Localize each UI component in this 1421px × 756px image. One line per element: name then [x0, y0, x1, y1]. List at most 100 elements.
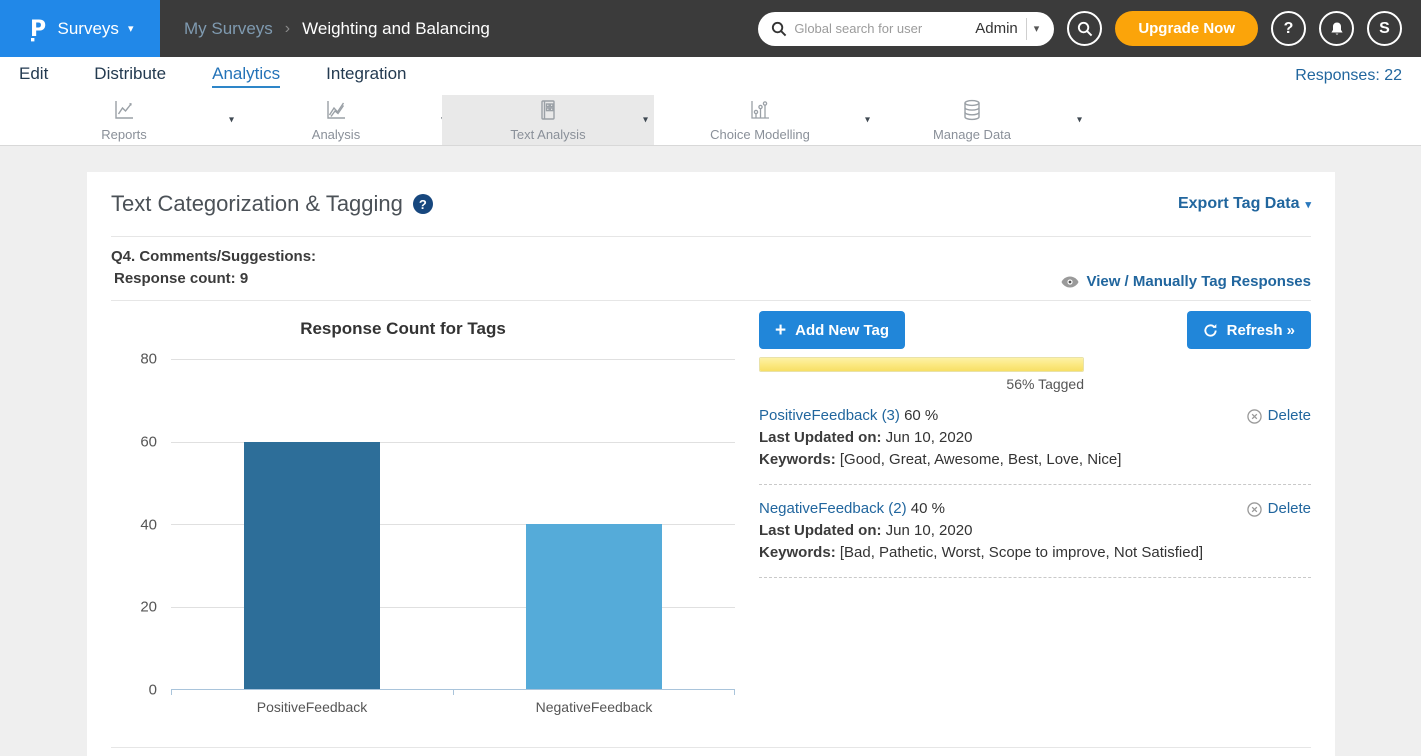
page-title-text: Text Categorization & Tagging — [111, 191, 403, 217]
bar-positivefeedback[interactable] — [244, 442, 380, 690]
tab-distribute[interactable]: Distribute — [94, 64, 166, 88]
notifications-button[interactable] — [1319, 11, 1354, 46]
x-category-label: NegativeFeedback — [453, 699, 735, 715]
refresh-label: Refresh » — [1227, 322, 1295, 339]
x-axis-tick — [734, 689, 735, 695]
tab-edit[interactable]: Edit — [19, 64, 48, 88]
y-tick-label: 60 — [140, 433, 157, 450]
module-analysis[interactable]: Analysis ▾ — [230, 95, 442, 145]
tag-percent: 40 % — [911, 500, 945, 517]
card-content: Response Count for Tags 80 60 40 20 0 — [87, 301, 1335, 715]
chevron-down-icon: ▾ — [1305, 198, 1311, 211]
product-label: Surveys — [58, 19, 119, 39]
delete-tag-button[interactable]: Delete — [1247, 498, 1311, 520]
keywords-label: Keywords: — [759, 451, 836, 468]
tag-percent: 60 % — [904, 407, 938, 424]
add-new-tag-button[interactable]: + Add New Tag — [759, 311, 905, 349]
last-updated-value: Jun 10, 2020 — [886, 429, 973, 446]
refresh-button[interactable]: Refresh » — [1187, 311, 1311, 349]
text-grid-icon — [536, 99, 560, 126]
breadcrumb-my-surveys[interactable]: My Surveys — [184, 19, 273, 39]
header-search-button[interactable] — [1067, 11, 1102, 46]
module-manage-data[interactable]: Manage Data ▾ — [866, 95, 1078, 145]
help-icon[interactable]: ? — [413, 194, 433, 214]
user-avatar[interactable]: S — [1367, 11, 1402, 46]
module-choice-modelling[interactable]: Choice Modelling ▾ — [654, 95, 866, 145]
refresh-icon — [1203, 323, 1218, 338]
module-label: Manage Data — [933, 127, 1011, 142]
last-updated-label: Last Updated on: — [759, 522, 882, 539]
module-label: Text Analysis — [510, 127, 585, 142]
page-title: Text Categorization & Tagging ? — [111, 191, 433, 217]
avatar-initial: S — [1379, 20, 1390, 38]
eye-icon — [1061, 276, 1079, 288]
upgrade-now-button[interactable]: Upgrade Now — [1115, 11, 1258, 46]
view-manually-tag-label: View / Manually Tag Responses — [1086, 273, 1311, 290]
text-categorization-card: Text Categorization & Tagging ? Export T… — [87, 172, 1335, 756]
x-axis-tick — [171, 689, 172, 695]
analytics-module-bar: Reports ▾ Analysis ▾ Text A — [0, 95, 1421, 146]
tag-name-link[interactable]: NegativeFeedback (2) — [759, 500, 907, 517]
search-scope-label[interactable]: Admin — [971, 20, 1026, 37]
tagged-percent-label: 56% Tagged — [759, 376, 1084, 392]
header-actions: Admin ▾ Upgrade Now ? S — [758, 11, 1421, 46]
delete-label: Delete — [1268, 405, 1311, 427]
y-tick-label: 0 — [149, 682, 157, 699]
tag-name-link[interactable]: PositiveFeedback (3) — [759, 407, 900, 424]
chevron-down-icon[interactable]: ▾ — [643, 115, 648, 126]
delete-tag-button[interactable]: Delete — [1247, 405, 1311, 427]
responses-count[interactable]: Responses: 22 — [1295, 67, 1402, 85]
trend-chart-icon — [324, 99, 348, 126]
global-search-box: Admin ▾ — [758, 12, 1054, 46]
plus-icon: + — [775, 321, 786, 340]
y-tick-label: 20 — [140, 599, 157, 616]
tab-integration[interactable]: Integration — [326, 64, 406, 88]
search-icon — [770, 20, 787, 37]
product-switcher[interactable]: P Surveys ▾ — [0, 0, 160, 57]
breadcrumb-survey-title: Weighting and Balancing — [302, 19, 490, 39]
global-search-input[interactable] — [794, 21, 971, 36]
chart-y-axis: 80 60 40 20 0 — [111, 359, 171, 690]
chart-plot-area — [171, 359, 735, 690]
export-tag-data-label: Export Tag Data — [1178, 195, 1300, 213]
question-label: Q4. Comments/Suggestions: — [111, 246, 316, 268]
chevron-down-icon[interactable]: ▾ — [1077, 115, 1082, 126]
search-scope-chevron-icon[interactable]: ▾ — [1027, 22, 1047, 35]
breadcrumb: My Surveys › Weighting and Balancing — [184, 19, 490, 39]
database-icon — [960, 99, 984, 126]
tab-analytics[interactable]: Analytics — [212, 64, 280, 88]
tagged-progress-fill — [760, 358, 1083, 371]
scatter-chart-icon — [748, 99, 772, 126]
question-block: Q4. Comments/Suggestions: Response count… — [87, 237, 1335, 300]
module-reports[interactable]: Reports ▾ — [18, 95, 230, 145]
y-tick-label: 80 — [140, 351, 157, 368]
chevron-down-icon: ▾ — [128, 22, 134, 35]
module-text-analysis[interactable]: Text Analysis ▾ — [442, 95, 654, 145]
divider — [111, 747, 1311, 748]
bell-icon — [1329, 21, 1345, 37]
export-tag-data-dropdown[interactable]: Export Tag Data ▾ — [1178, 195, 1311, 213]
view-manually-tag-link[interactable]: View / Manually Tag Responses — [1061, 273, 1311, 290]
x-category-label: PositiveFeedback — [171, 699, 453, 715]
delete-label: Delete — [1268, 498, 1311, 520]
line-chart-icon — [112, 99, 136, 126]
x-axis-tick — [453, 689, 454, 695]
section-tabs: Edit Distribute Analytics Integration — [19, 64, 406, 88]
keywords-label: Keywords: — [759, 544, 836, 561]
tag-row: NegativeFeedback (2) 40 % Last Updated o… — [759, 498, 1311, 578]
circled-x-icon — [1247, 502, 1262, 517]
keywords-value: [Good, Great, Awesome, Best, Love, Nice] — [840, 451, 1122, 468]
chart-title: Response Count for Tags — [111, 319, 695, 339]
response-count-label: Response count: 9 — [111, 268, 316, 290]
tag-row: PositiveFeedback (3) 60 % Last Updated o… — [759, 405, 1311, 485]
last-updated-value: Jun 10, 2020 — [886, 522, 973, 539]
survey-section-nav: Edit Distribute Analytics Integration Re… — [0, 57, 1421, 95]
module-label: Analysis — [312, 127, 360, 142]
tag-panel: + Add New Tag Refresh » 56% Tagged Posit… — [735, 311, 1311, 715]
add-new-tag-label: Add New Tag — [795, 322, 889, 339]
help-button[interactable]: ? — [1271, 11, 1306, 46]
y-tick-label: 40 — [140, 516, 157, 533]
top-header: P Surveys ▾ My Surveys › Weighting and B… — [0, 0, 1421, 57]
bar-negativefeedback[interactable] — [526, 524, 662, 689]
circled-x-icon — [1247, 409, 1262, 424]
